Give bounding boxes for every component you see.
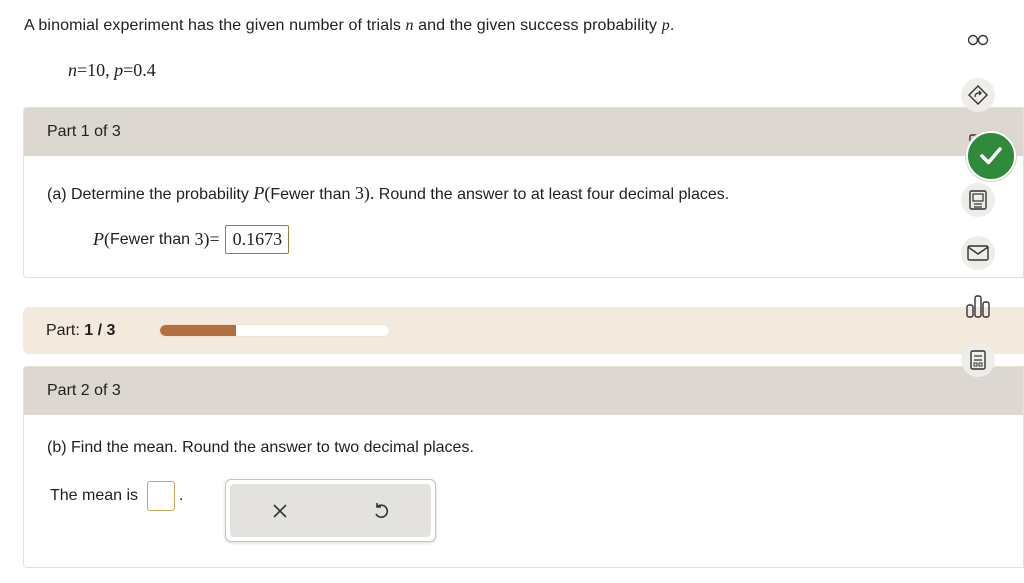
mean-period: . [179, 487, 184, 504]
part-a-answer-row: P(Fewer than 3) = 0.1673 [93, 225, 290, 254]
problem-end-text: . [669, 17, 675, 34]
p-value: =0.4 [123, 60, 156, 80]
bar-chart-icon [966, 295, 990, 318]
tag-arrow-icon [968, 85, 988, 105]
part-2-header: Part 2 of 3 [24, 367, 1023, 415]
mail-circle [961, 236, 995, 270]
keypad-buttons [230, 484, 431, 537]
progress-bar-fill [160, 325, 237, 336]
gradebook-icon [970, 350, 986, 370]
problem-intro-text: A binomial experiment has the given numb… [24, 17, 401, 34]
answer-keypad [225, 479, 436, 542]
x-icon [273, 503, 287, 518]
part-a-p-symbol: P [253, 183, 265, 203]
tool-hint[interactable] [958, 75, 998, 115]
glasses-icon [967, 34, 989, 46]
clear-button[interactable] [258, 491, 302, 531]
tool-readability[interactable] [958, 20, 998, 60]
tool-gradebook[interactable] [958, 340, 998, 380]
tool-video[interactable] [958, 180, 998, 220]
progress-current: 1 [84, 321, 94, 339]
mean-label: The mean is [50, 487, 139, 504]
part-b-question: (b) Find the mean. Round the answer to t… [47, 439, 474, 456]
part-2-card: Part 2 of 3 (b) Find the mean. Round the… [23, 366, 1024, 568]
undo-icon [375, 502, 388, 518]
part-a-answer-field[interactable]: 0.1673 [224, 225, 290, 254]
part-a-close-paren: ). [363, 183, 375, 203]
video-lecture-icon [969, 190, 987, 210]
progress-total: 3 [106, 321, 116, 339]
problem-statement: A binomial experiment has the given numb… [24, 17, 674, 35]
gradebook-circle [961, 343, 995, 377]
tool-data[interactable] [958, 286, 998, 326]
mail-icon [967, 245, 989, 261]
part-1-card: Part 1 of 3 (a) Determine the probabilit… [23, 107, 1024, 278]
part-1-header: Part 1 of 3 [24, 108, 1023, 156]
part-a-prefix: (a) Determine the probability [47, 186, 249, 203]
trials-variable: n [405, 17, 414, 34]
n-value: =10, [77, 60, 110, 80]
progress-bar [159, 324, 390, 337]
given-parameters: n=10, p=0.4 [68, 60, 156, 81]
correct-check-badge [966, 131, 1016, 181]
video-circle [961, 183, 995, 217]
part-progress: Part: 1 / 3 [23, 307, 1024, 354]
mean-answer-row: The mean is . [50, 481, 184, 511]
progress-separator: / [97, 321, 103, 339]
undo-button[interactable] [359, 491, 403, 531]
p-symbol: p [114, 60, 124, 80]
part-a-number: 3 [354, 183, 364, 203]
answer-number: 3 [194, 229, 204, 249]
answer-p-symbol: P [93, 229, 104, 249]
answer-event: Fewer than [110, 230, 191, 248]
answer-equals: = [209, 229, 220, 249]
probability-variable: p [661, 17, 670, 34]
n-symbol: n [68, 60, 77, 80]
problem-mid-text: and the given success probability [418, 17, 658, 34]
part-a-suffix: Round the answer to at least four decima… [378, 186, 730, 203]
mean-input[interactable] [147, 481, 176, 511]
part-a-event: Fewer than [270, 186, 351, 203]
part-a-question: (a) Determine the probability P(Fewer th… [47, 183, 729, 204]
progress-label: Part: [46, 321, 80, 339]
tool-mail[interactable] [958, 233, 998, 273]
checkmark-icon [980, 147, 1002, 165]
hint-circle [961, 78, 995, 112]
